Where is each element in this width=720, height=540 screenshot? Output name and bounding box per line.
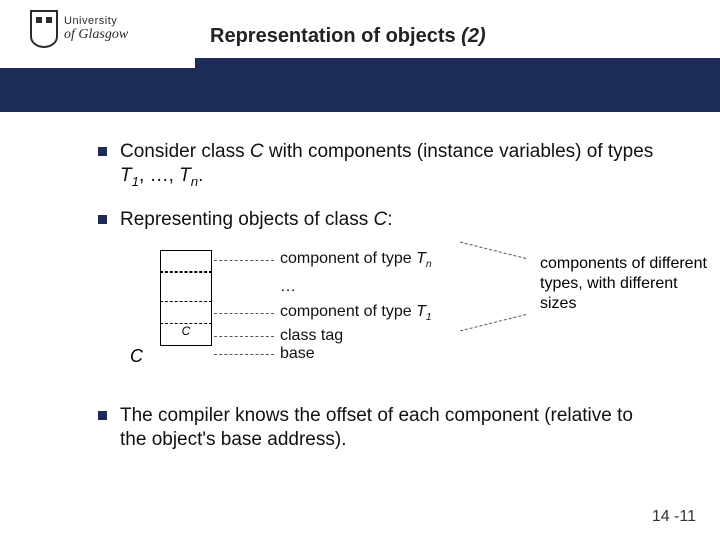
slide-title: Representation of objects (2) [210, 25, 486, 48]
cell-ellipsis [160, 272, 212, 302]
university-logo: University of Glasgow [30, 10, 128, 48]
bullet-2: Representing objects of class C: [120, 208, 660, 232]
t: , …, [139, 165, 179, 186]
cell-component-n [160, 250, 212, 272]
type-t: T [120, 165, 132, 186]
t: Consider class [120, 141, 250, 162]
t: . [198, 165, 203, 186]
object-layout-diagram: C C component of type Tn … component of … [120, 250, 660, 390]
sub-1: 1 [132, 174, 139, 189]
memory-block: C [160, 250, 212, 346]
class-c: C [373, 209, 387, 230]
cell-component-1 [160, 302, 212, 324]
title-prefix: Representation of objects [210, 25, 461, 47]
bullet-1: Consider class C with components (instan… [120, 140, 660, 190]
type-t: T [179, 165, 191, 186]
logo-line2: of Glasgow [64, 27, 128, 43]
t: : [387, 209, 392, 230]
class-c: C [250, 141, 264, 162]
header-band [0, 68, 720, 112]
annotation-ellipsis: … [280, 278, 296, 296]
pointer-line [214, 336, 274, 337]
annotation-component-t1: component of type T1 [280, 303, 432, 323]
title-suffix: (2) [461, 25, 485, 47]
page-number: 14 -11 [652, 508, 696, 526]
pointer-line [214, 354, 274, 355]
class-label-side: C [130, 346, 143, 367]
pointer-line [214, 260, 274, 261]
annotation-class-tag: class tag [280, 327, 343, 345]
t: Representing objects of class [120, 209, 373, 230]
annotation-base: base [280, 345, 315, 363]
cell-class-tag: C [160, 324, 212, 346]
annotation-component-tn: component of type Tn [280, 250, 432, 270]
annotation-different-types: components of different types, with diff… [540, 254, 710, 314]
brace-icon [516, 256, 534, 320]
title-underline [195, 58, 720, 68]
pointer-line [214, 313, 274, 314]
slide-content: Consider class C with components (instan… [0, 120, 720, 469]
crest-icon [30, 10, 58, 48]
bullet-3: The compiler knows the offset of each co… [120, 404, 660, 452]
t: with components (instance variables) of … [264, 141, 654, 162]
logo-line1: University [64, 15, 128, 27]
